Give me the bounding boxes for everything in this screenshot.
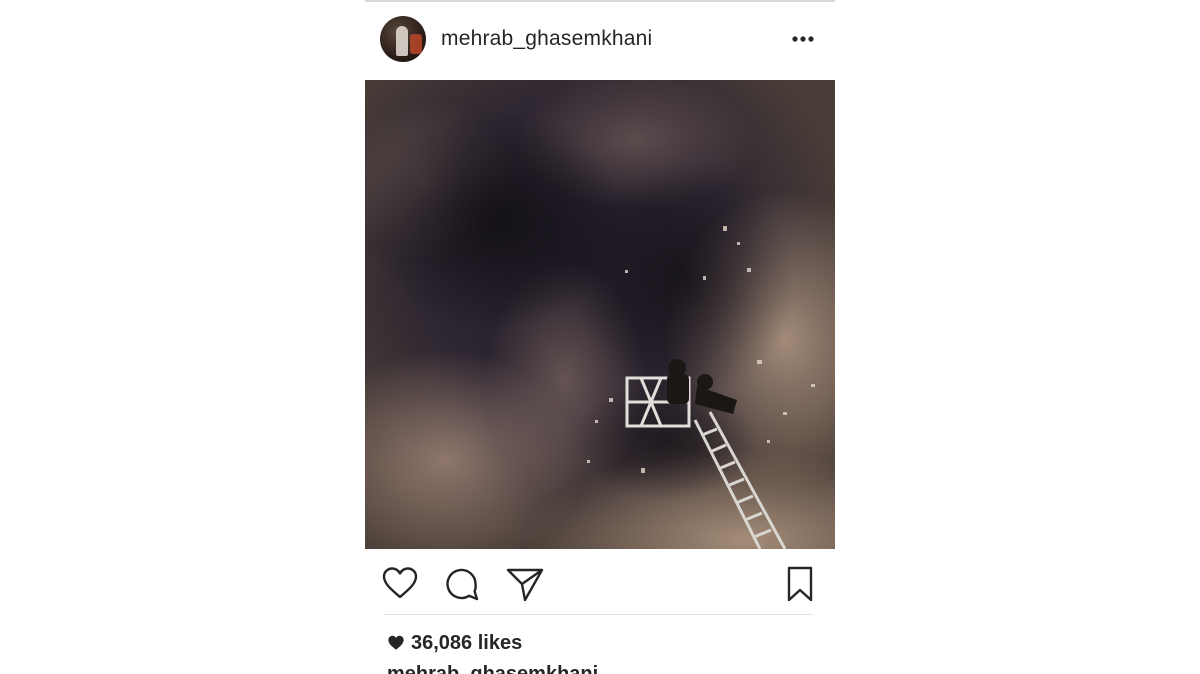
- paper-plane-icon[interactable]: [505, 564, 545, 604]
- avatar-accent: [410, 34, 422, 54]
- post-username[interactable]: mehrab_ghasemkhani: [441, 27, 652, 51]
- heart-filled-icon: [388, 635, 404, 650]
- instagram-post: mehrab_ghasemkhani 36,086 likes: [365, 0, 835, 674]
- bookmark-icon[interactable]: [780, 564, 820, 604]
- likes-divider: [383, 614, 813, 615]
- post-action-bar: [365, 560, 835, 608]
- post-photo[interactable]: [365, 80, 835, 549]
- caption-author[interactable]: mehrab_ghasemkhani: [387, 664, 598, 674]
- avatar[interactable]: [380, 16, 426, 62]
- heart-outline-icon[interactable]: [380, 564, 420, 604]
- smoke-scene: [365, 80, 835, 549]
- likes-row[interactable]: 36,086 likes: [387, 631, 522, 655]
- avatar-figure: [396, 26, 408, 56]
- comment-bubble-icon[interactable]: [442, 564, 482, 604]
- more-horizontal-icon[interactable]: [789, 28, 817, 50]
- likes-count: 36,086 likes: [411, 631, 523, 654]
- top-divider: [365, 0, 835, 2]
